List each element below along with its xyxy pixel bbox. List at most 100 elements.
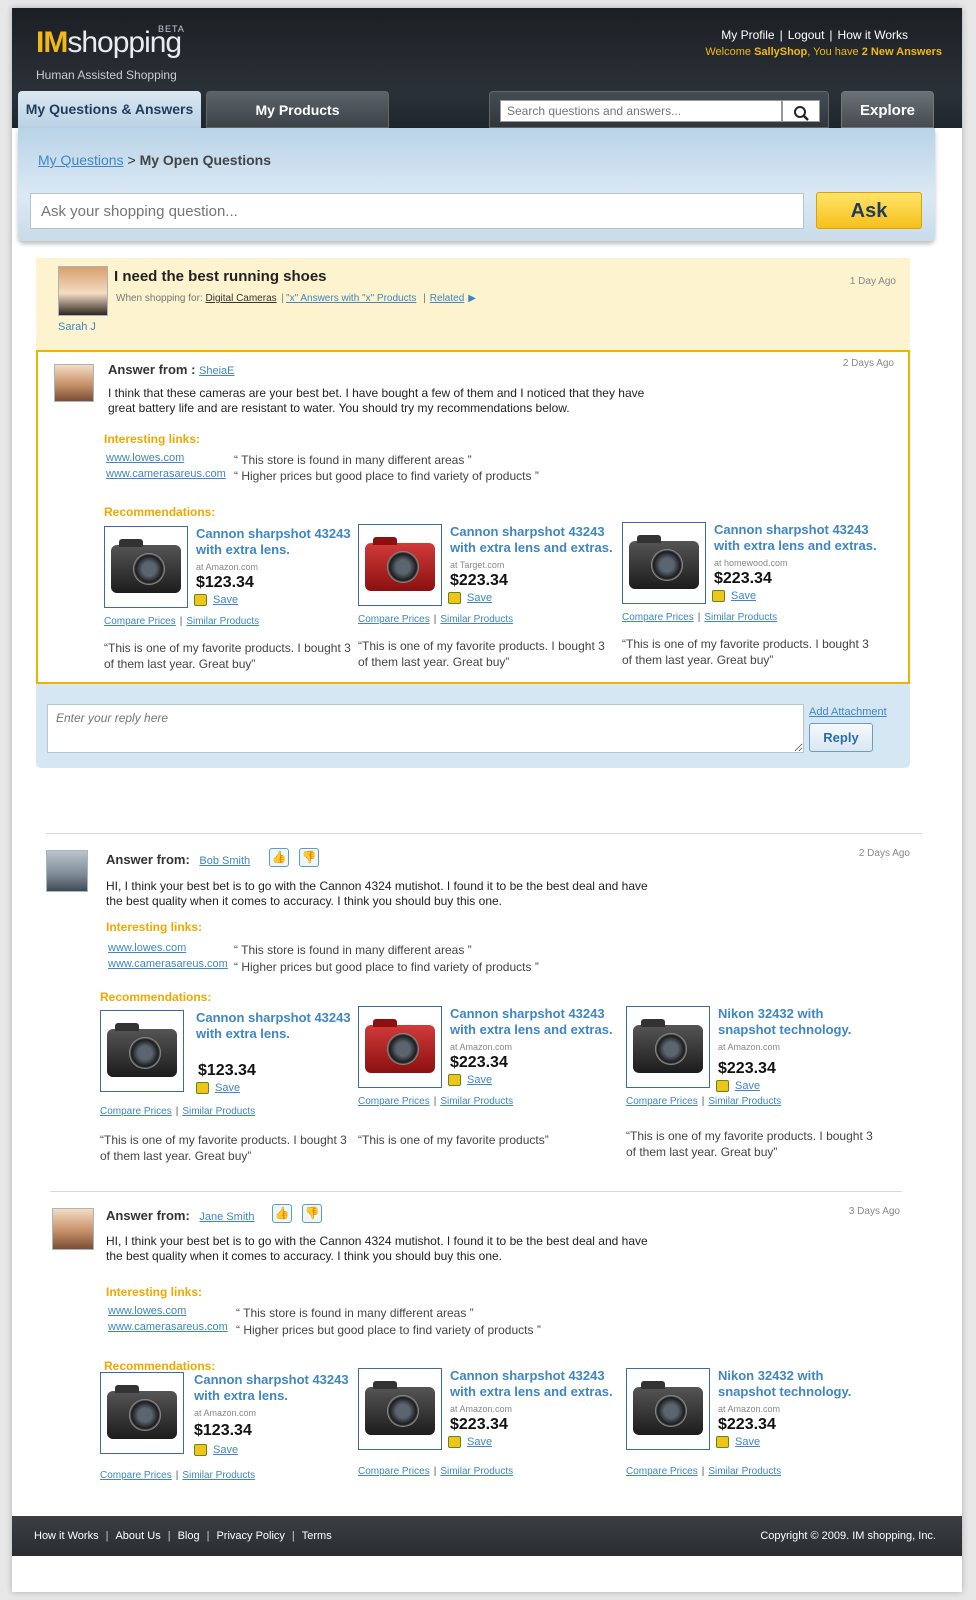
- avatar[interactable]: [52, 1208, 94, 1250]
- logo[interactable]: IMshopping BETA Human Assisted Shopping: [36, 24, 184, 82]
- product-image[interactable]: [100, 1372, 184, 1454]
- product-image[interactable]: [100, 1010, 184, 1092]
- reply-input[interactable]: [47, 704, 804, 753]
- product-title[interactable]: Cannon sharpshot 43243 with extra lens a…: [450, 1006, 615, 1038]
- logo-im: IM: [36, 26, 68, 59]
- compare-prices-link[interactable]: Compare Prices: [100, 1470, 172, 1481]
- save-button[interactable]: Save: [716, 1436, 760, 1449]
- how-it-works-link[interactable]: How it Works: [838, 28, 908, 42]
- interesting-link[interactable]: www.lowes.com: [106, 452, 184, 464]
- search-input[interactable]: [500, 100, 782, 122]
- link-quote: “ Higher prices but good place to find v…: [236, 1323, 541, 1337]
- product-image[interactable]: [358, 1368, 442, 1450]
- compare-prices-link[interactable]: Compare Prices: [100, 1106, 172, 1117]
- tab-my-products[interactable]: My Products: [206, 91, 389, 128]
- save-button[interactable]: Save: [448, 592, 492, 605]
- similar-products-link[interactable]: Similar Products: [704, 612, 777, 623]
- interesting-link[interactable]: www.lowes.com: [108, 1305, 186, 1317]
- footer-terms[interactable]: Terms: [302, 1530, 332, 1542]
- similar-products-link[interactable]: Similar Products: [186, 616, 259, 627]
- product-links: Compare Prices | Similar Products: [622, 612, 778, 623]
- compare-prices-link[interactable]: Compare Prices: [358, 1096, 430, 1107]
- similar-products-link[interactable]: Similar Products: [708, 1466, 781, 1477]
- tab-my-questions[interactable]: My Questions & Answers: [18, 91, 201, 128]
- beta-badge: BETA: [158, 24, 185, 34]
- product-title[interactable]: Cannon sharpshot 43243 with extra lens a…: [450, 1368, 615, 1400]
- product-image[interactable]: [358, 524, 442, 606]
- save-button[interactable]: Save: [716, 1080, 760, 1093]
- answer-author-link[interactable]: Bob Smith: [199, 855, 250, 867]
- thumbs-up-button[interactable]: 👍: [272, 1204, 292, 1223]
- avatar[interactable]: [54, 364, 94, 402]
- similar-products-link[interactable]: Similar Products: [440, 1096, 513, 1107]
- answer-body: HI, I think your best bet is to go with …: [106, 1234, 648, 1263]
- interesting-link[interactable]: www.camerasareus.com: [106, 468, 226, 480]
- product-image[interactable]: [622, 522, 706, 604]
- reply-button[interactable]: Reply: [809, 723, 873, 752]
- compare-prices-link[interactable]: Compare Prices: [358, 614, 430, 625]
- link-quote: “ This store is found in many different …: [236, 1306, 474, 1320]
- product-image[interactable]: [358, 1006, 442, 1088]
- product-title[interactable]: Cannon sharpshot 43243 with extra lens.: [196, 1010, 361, 1042]
- thumbs-down-button[interactable]: 👎: [299, 848, 319, 867]
- compare-prices-link[interactable]: Compare Prices: [626, 1096, 698, 1107]
- footer-about-us[interactable]: About Us: [115, 1530, 160, 1542]
- tab-explore[interactable]: Explore: [841, 91, 934, 128]
- search-button[interactable]: [782, 100, 820, 122]
- product-image[interactable]: [626, 1006, 710, 1088]
- similar-products-link[interactable]: Similar Products: [182, 1470, 255, 1481]
- answers-products-link[interactable]: "x" Answers with "x" Products: [286, 293, 416, 304]
- avatar[interactable]: [58, 266, 108, 316]
- compare-prices-link[interactable]: Compare Prices: [626, 1466, 698, 1477]
- compare-prices-link[interactable]: Compare Prices: [622, 612, 694, 623]
- page-frame: IMshopping BETA Human Assisted Shopping …: [12, 8, 962, 1592]
- ask-question-input[interactable]: [30, 193, 804, 229]
- save-button[interactable]: Save: [196, 1082, 240, 1095]
- compare-prices-link[interactable]: Compare Prices: [358, 1466, 430, 1477]
- thumbs-up-button[interactable]: 👍: [269, 848, 289, 867]
- add-attachment-link[interactable]: Add Attachment: [809, 706, 887, 718]
- product-price: $123.34: [198, 1062, 256, 1079]
- breadcrumb-my-questions[interactable]: My Questions: [38, 152, 124, 168]
- related-link[interactable]: Related: [430, 293, 464, 304]
- thumbs-down-button[interactable]: 👎: [302, 1204, 322, 1223]
- similar-products-link[interactable]: Similar Products: [440, 614, 513, 625]
- product-title[interactable]: Cannon sharpshot 43243 with extra lens a…: [450, 524, 615, 556]
- save-button[interactable]: Save: [194, 1444, 238, 1457]
- price-tag-icon: [196, 1082, 209, 1095]
- product-title[interactable]: Cannon sharpshot 43243 with extra lens.: [196, 526, 361, 558]
- interesting-link[interactable]: www.camerasareus.com: [108, 958, 228, 970]
- product-image[interactable]: [104, 526, 188, 608]
- compare-prices-link[interactable]: Compare Prices: [104, 616, 176, 627]
- product-image[interactable]: [626, 1368, 710, 1450]
- category-link[interactable]: Digital Cameras: [206, 293, 277, 304]
- answer-author-link[interactable]: SheiaE: [199, 365, 234, 377]
- product-title[interactable]: Cannon sharpshot 43243 with extra lens a…: [714, 522, 879, 554]
- thumbs-up-icon: 👍: [274, 1206, 290, 1220]
- divider: [46, 833, 922, 834]
- new-answers-count[interactable]: 2 New Answers: [862, 46, 942, 58]
- save-button[interactable]: Save: [448, 1436, 492, 1449]
- breadcrumb-current: My Open Questions: [139, 152, 272, 168]
- my-profile-link[interactable]: My Profile: [721, 28, 774, 42]
- question-title[interactable]: I need the best running shoes: [114, 268, 327, 285]
- ask-button[interactable]: Ask: [816, 192, 922, 229]
- footer-how-it-works[interactable]: How it Works: [34, 1530, 99, 1542]
- interesting-link[interactable]: www.camerasareus.com: [108, 1321, 228, 1333]
- product-title[interactable]: Nikon 32432 with snapshot technology.: [718, 1368, 883, 1400]
- similar-products-link[interactable]: Similar Products: [440, 1466, 513, 1477]
- interesting-link[interactable]: www.lowes.com: [108, 942, 186, 954]
- footer-privacy[interactable]: Privacy Policy: [216, 1530, 284, 1542]
- question-author[interactable]: Sarah J: [58, 321, 96, 333]
- save-button[interactable]: Save: [712, 590, 756, 603]
- logout-link[interactable]: Logout: [788, 28, 825, 42]
- answer-author-link[interactable]: Jane Smith: [199, 1211, 254, 1223]
- save-button[interactable]: Save: [194, 594, 238, 607]
- avatar[interactable]: [46, 850, 88, 892]
- footer-blog[interactable]: Blog: [178, 1530, 200, 1542]
- save-button[interactable]: Save: [448, 1074, 492, 1087]
- similar-products-link[interactable]: Similar Products: [182, 1106, 255, 1117]
- product-title[interactable]: Nikon 32432 with snapshot technology.: [718, 1006, 883, 1038]
- similar-products-link[interactable]: Similar Products: [708, 1096, 781, 1107]
- product-title[interactable]: Cannon sharpshot 43243 with extra lens.: [194, 1372, 359, 1404]
